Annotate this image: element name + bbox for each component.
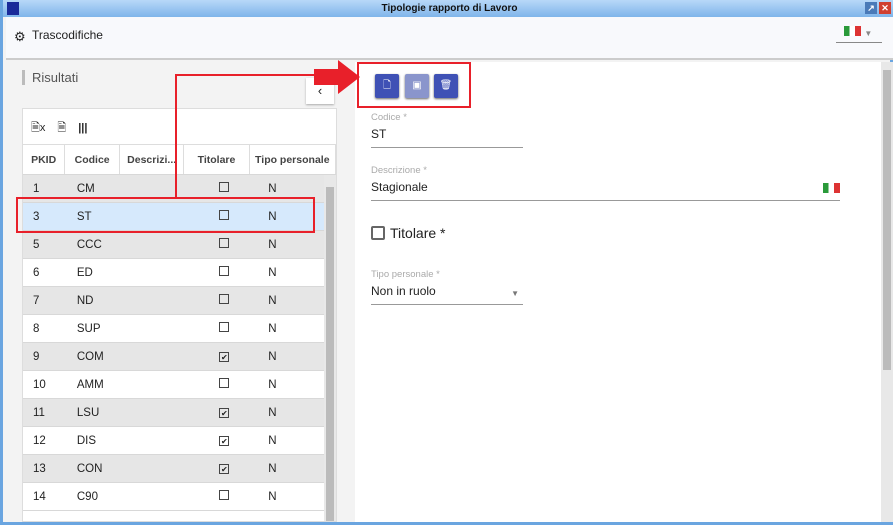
checkbox-icon (371, 226, 385, 240)
titolare-label: Titolare * (390, 225, 446, 241)
italy-flag-icon[interactable] (823, 183, 840, 193)
table-row[interactable]: 6 ED N (23, 259, 336, 287)
codice-label: Codice * (371, 112, 407, 123)
table-row[interactable]: 9 COM ✔ N (23, 343, 336, 371)
cell-codice: SUP (76, 322, 101, 335)
annotation-buttons-highlight (357, 62, 471, 108)
cell-codice: C90 (76, 490, 98, 503)
detail-scrollbar[interactable] (881, 62, 893, 522)
cell-pkid: 11 (33, 406, 45, 419)
descrizione-field[interactable]: Descrizione * Stagionale (371, 165, 840, 201)
cell-pkid: 6 (33, 266, 40, 279)
cell-codice: CON (76, 462, 103, 475)
cell-titolare (190, 182, 258, 195)
checkbox-icon (219, 266, 230, 276)
table-header: PKID Codice Descrizi... Titolare Tipo pe… (23, 145, 336, 175)
titolare-checkbox[interactable]: Titolare * (371, 225, 446, 241)
annotation-line (175, 75, 177, 197)
cell-titolare: ✔ (190, 463, 258, 475)
cell-titolare (190, 294, 258, 307)
col-titolare[interactable]: Titolare (184, 145, 250, 174)
cell-codice: ND (76, 294, 94, 307)
results-panel: Risultati ‹ 🗎x 🗎 ||| PKID Codice Descrizi.… (15, 62, 343, 522)
cell-titolare: ✔ (190, 407, 258, 419)
chevron-down-icon: ▼ (511, 289, 519, 298)
cell-codice: CM (76, 182, 95, 195)
checkbox-icon: ✔ (219, 407, 230, 418)
cell-titolare (190, 378, 258, 391)
checkbox-icon (219, 490, 230, 500)
tipo-personale-select[interactable]: Tipo personale * Non in ruolo ▼ (371, 269, 523, 305)
cell-titolare: ✔ (190, 351, 258, 363)
cell-codice: DIS (76, 434, 97, 447)
window-title: Tipologie rapporto di Lavoro (381, 3, 518, 14)
italy-flag-icon (844, 26, 861, 36)
col-codice[interactable]: Codice (65, 145, 120, 174)
cell-codice: CCC (76, 238, 102, 251)
cell-pkid: 10 (33, 378, 46, 391)
checkbox-icon: ✔ (219, 463, 230, 474)
annotation-arrow-icon (314, 60, 360, 94)
cell-codice: COM (76, 350, 104, 363)
app-header: ⚙ Trascodifiche ▼ (6, 17, 893, 60)
tipo-label: Tipo personale * (371, 269, 440, 280)
results-title: Risultati (22, 70, 78, 85)
col-tipo[interactable]: Tipo personale (250, 145, 336, 174)
annotation-line (175, 74, 317, 76)
columns-icon[interactable]: ||| (78, 122, 87, 134)
cell-pkid: 9 (33, 350, 40, 363)
cell-titolare (190, 490, 258, 503)
cell-pkid: 8 (33, 322, 40, 335)
app-icon (7, 2, 19, 15)
table-row[interactable]: 10 AMM N (23, 371, 336, 399)
cell-pkid: 1 (33, 182, 40, 195)
cell-codice: ED (76, 266, 93, 279)
language-select[interactable]: ▼ (836, 25, 882, 43)
descrizione-label: Descrizione * (371, 165, 427, 176)
table-row[interactable]: 11 LSU ✔ N (23, 399, 336, 427)
cell-titolare: ✔ (190, 435, 258, 447)
checkbox-icon: ✔ (219, 435, 230, 446)
cell-titolare (190, 322, 258, 335)
close-button[interactable]: ✕ (879, 2, 891, 14)
restore-button[interactable]: ↗ (865, 2, 877, 14)
excel-icon[interactable]: 🗎x (31, 122, 45, 134)
page-title: Trascodifiche (32, 28, 103, 42)
table-row[interactable]: 14 C90 N (23, 483, 336, 511)
codice-field[interactable]: Codice * ST (371, 112, 523, 148)
checkbox-icon (219, 294, 230, 304)
table-row[interactable]: 7 ND N (23, 287, 336, 315)
descrizione-value: Stagionale (371, 180, 428, 194)
table-row[interactable]: 13 CON ✔ N (23, 455, 336, 483)
checkbox-icon: ✔ (219, 351, 230, 362)
cell-pkid: 12 (33, 434, 46, 447)
table-row[interactable]: 8 SUP N (23, 315, 336, 343)
checkbox-icon (219, 182, 230, 192)
cell-pkid: 13 (33, 462, 46, 475)
codice-value: ST (371, 127, 387, 141)
col-pkid[interactable]: PKID (23, 145, 66, 174)
checkbox-icon (219, 322, 230, 332)
table-scrollbar[interactable] (324, 175, 336, 521)
table-row[interactable]: 5 CCC N (23, 231, 336, 259)
gear-icon: ⚙ (14, 29, 26, 44)
checkbox-icon (219, 378, 230, 388)
annotation-row-highlight (16, 197, 315, 233)
cell-codice: AMM (76, 378, 104, 391)
table-row[interactable]: 12 DIS ✔ N (23, 427, 336, 455)
checkbox-icon (219, 238, 230, 248)
cell-pkid: 14 (33, 490, 46, 503)
results-table: 🗎x 🗎 ||| PKID Codice Descrizi... Titolare … (22, 108, 337, 522)
detail-panel: 🗋 ▣ 🗑 Codice * ST Descrizione * Stagiona… (355, 62, 881, 522)
cell-titolare (190, 238, 258, 251)
cell-codice: LSU (76, 406, 100, 419)
title-bar: Tipologie rapporto di Lavoro ↗ ✕ (3, 0, 893, 17)
cell-titolare (190, 266, 258, 279)
cell-pkid: 7 (33, 294, 40, 307)
chevron-down-icon: ▼ (864, 29, 873, 38)
tipo-value: Non in ruolo (371, 284, 436, 298)
cell-pkid: 5 (33, 238, 40, 251)
pdf-icon[interactable]: 🗎 (57, 122, 66, 134)
